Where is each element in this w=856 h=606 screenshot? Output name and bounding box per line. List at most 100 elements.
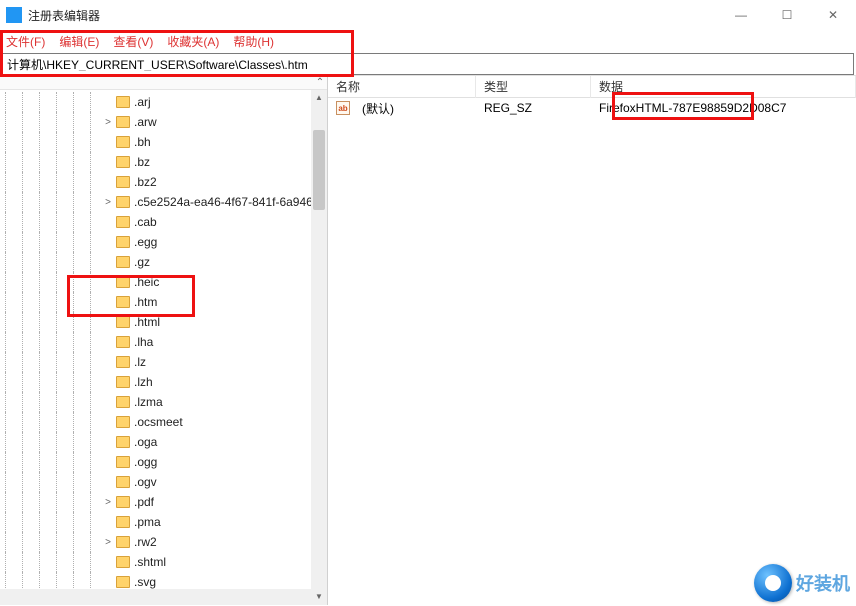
menu-view[interactable]: 查看(V) (113, 33, 153, 50)
tree-item[interactable]: .cab (0, 212, 327, 232)
tree-item-label: .html (134, 315, 160, 329)
tree-item[interactable]: .bh (0, 132, 327, 152)
watermark: 好装机 (754, 564, 850, 602)
tree-item[interactable]: .arj (0, 92, 327, 112)
tree-item-label: .arj (134, 95, 151, 109)
tree-item[interactable]: .pma (0, 512, 327, 532)
folder-icon (116, 296, 130, 308)
tree-item-label: .ogv (134, 475, 157, 489)
tree-item[interactable]: .ocsmeet (0, 412, 327, 432)
tree-item-label: .egg (134, 235, 157, 249)
tree-item-label: .lzma (134, 395, 163, 409)
tree-item-label: .ogg (134, 455, 157, 469)
tree-item-label: .bh (134, 135, 151, 149)
app-icon (6, 7, 22, 23)
tree-item[interactable]: .ogg (0, 452, 327, 472)
tree-item-label: .shtml (134, 555, 166, 569)
tree-item[interactable]: .lzma (0, 392, 327, 412)
folder-icon (116, 256, 130, 268)
menu-edit[interactable]: 编辑(E) (59, 33, 99, 50)
tree-item[interactable]: .html (0, 312, 327, 332)
folder-icon (116, 496, 130, 508)
tree-item-label: .heic (134, 275, 159, 289)
content-area: ⌃ .arj > .arw .bh .bz .bz2 >.c5e2524a-ea46-4f6… (0, 75, 856, 605)
tree-item-label: .lha (134, 335, 153, 349)
tree-collapse-icon[interactable]: ⌃ (313, 76, 327, 90)
tree-item-label: .oga (134, 435, 157, 449)
tree-item-label: .bz (134, 155, 150, 169)
tree-item[interactable]: .bz (0, 152, 327, 172)
tree-item-label: .rw2 (134, 535, 157, 549)
tree-item[interactable]: .lha (0, 332, 327, 352)
folder-icon (116, 196, 130, 208)
tree-item[interactable]: .ogv (0, 472, 327, 492)
tree-item[interactable]: >.c5e2524a-ea46-4f67-841f-6a9465d (0, 192, 327, 212)
scroll-thumb[interactable] (313, 130, 325, 210)
tree-item-label: .pma (134, 515, 161, 529)
tree-item-label: .cab (134, 215, 157, 229)
value-name: (默认) (354, 100, 476, 117)
folder-icon (116, 236, 130, 248)
column-type[interactable]: 类型 (476, 76, 591, 98)
folder-icon (116, 176, 130, 188)
tree-scrollbar-horizontal[interactable] (0, 589, 311, 605)
column-data[interactable]: 数据 (591, 76, 856, 98)
tree-item[interactable]: >.pdf (0, 492, 327, 512)
expand-icon[interactable]: > (102, 537, 114, 548)
tree-item-label: .svg (134, 575, 156, 589)
watermark-logo-icon (754, 564, 792, 602)
title-bar: 注册表编辑器 — ☐ ✕ (0, 0, 856, 30)
folder-icon (116, 276, 130, 288)
tree-item[interactable]: .lzh (0, 372, 327, 392)
folder-icon (116, 216, 130, 228)
expand-icon[interactable]: > (102, 197, 114, 208)
expand-icon[interactable]: > (102, 117, 114, 128)
window-title: 注册表编辑器 (28, 7, 718, 24)
maximize-button[interactable]: ☐ (764, 0, 810, 30)
tree-item[interactable]: .heic (0, 272, 327, 292)
folder-icon (116, 96, 130, 108)
folder-icon (116, 376, 130, 388)
close-button[interactable]: ✕ (810, 0, 856, 30)
menu-file[interactable]: 文件(F) (6, 33, 45, 50)
folder-icon (116, 156, 130, 168)
folder-icon (116, 416, 130, 428)
window-controls: — ☐ ✕ (718, 0, 856, 30)
address-bar[interactable] (2, 53, 854, 75)
tree-item[interactable]: .htm (0, 292, 327, 312)
tree-item-label: .arw (134, 115, 157, 129)
tree-scrollbar-vertical[interactable]: ▲ ▼ (311, 90, 327, 605)
folder-icon (116, 396, 130, 408)
tree-item[interactable]: .shtml (0, 552, 327, 572)
tree-item[interactable]: .lz (0, 352, 327, 372)
minimize-button[interactable]: — (718, 0, 764, 30)
tree-header: ⌃ (0, 76, 327, 90)
tree-item[interactable]: .gz (0, 252, 327, 272)
scroll-up-icon[interactable]: ▲ (311, 90, 327, 106)
tree-item[interactable]: .egg (0, 232, 327, 252)
tree-pane: ⌃ .arj > .arw .bh .bz .bz2 >.c5e2524a-ea46-4f6… (0, 76, 328, 605)
folder-icon (116, 116, 130, 128)
address-input[interactable] (7, 57, 849, 71)
tree-item[interactable]: .bz2 (0, 172, 327, 192)
folder-icon (116, 336, 130, 348)
tree-item-label: .lz (134, 355, 146, 369)
menu-help[interactable]: 帮助(H) (233, 33, 274, 50)
tree-item-label: .htm (134, 295, 157, 309)
expand-icon[interactable]: > (102, 497, 114, 508)
folder-icon (116, 456, 130, 468)
tree-item[interactable]: > .rw2 (0, 532, 327, 552)
tree-item[interactable]: > .arw (0, 112, 327, 132)
tree-item-label: .bz2 (134, 175, 157, 189)
menu-favorites[interactable]: 收藏夹(A) (167, 33, 219, 50)
scroll-down-icon[interactable]: ▼ (311, 589, 327, 605)
folder-icon (116, 436, 130, 448)
registry-tree[interactable]: .arj > .arw .bh .bz .bz2 >.c5e2524a-ea46-4f67-… (0, 90, 327, 592)
folder-icon (116, 556, 130, 568)
folder-icon (116, 516, 130, 528)
tree-item[interactable]: .oga (0, 432, 327, 452)
value-row[interactable]: ab (默认) REG_SZ FirefoxHTML-787E98859D2D0… (328, 98, 856, 118)
column-name[interactable]: 名称 (328, 76, 476, 98)
folder-icon (116, 576, 130, 588)
tree-item-label: .gz (134, 255, 150, 269)
